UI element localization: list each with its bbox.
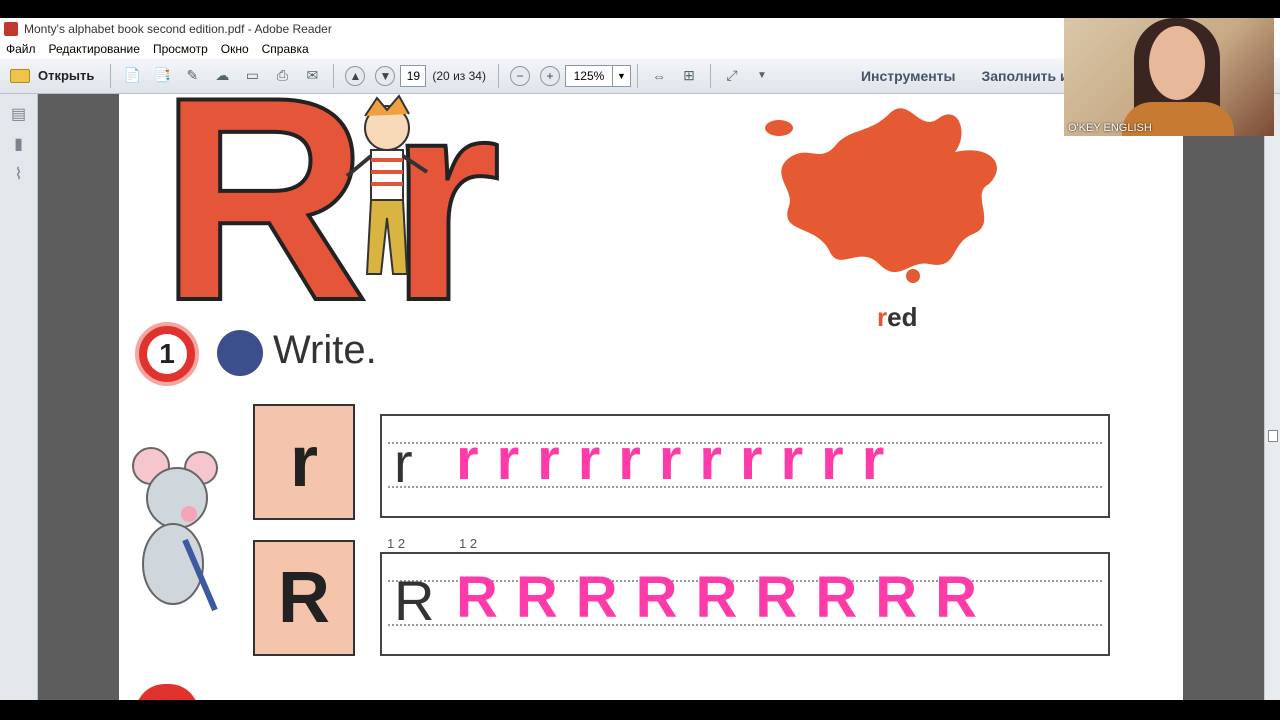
upload-icon[interactable]: ☁ [211, 65, 233, 87]
handwriting-uppercase: RRRRRRRRR [456, 565, 995, 630]
tools-link[interactable]: Инструменты [861, 68, 956, 84]
zoom-value: 125% [573, 68, 605, 83]
stroke-order-numbers: 1 2 [387, 536, 406, 551]
page-number-input[interactable]: 19 [400, 64, 427, 87]
bottom-black-bar [0, 700, 1280, 720]
toolbar-separator [636, 63, 638, 88]
menu-view[interactable]: Просмотр [153, 42, 208, 56]
arrow-up-icon: ▲ [345, 65, 366, 86]
writing-row-lowercase: r rrrrrrrrrrr [380, 414, 1110, 518]
zoom-out-button[interactable]: − [509, 65, 531, 87]
toolbar-separator [333, 63, 335, 88]
handwriting-lowercase: rrrrrrrrrrr [456, 427, 903, 492]
word-red-first-letter: r [877, 302, 888, 332]
vertical-scrollbar[interactable] [1264, 94, 1280, 700]
fit-page-icon[interactable]: ⊞ [678, 65, 700, 87]
prev-page-button[interactable]: ▲ [344, 65, 366, 87]
folder-icon [10, 68, 30, 83]
export-pdf-icon[interactable]: 📑 [151, 65, 173, 87]
webcam-person-face [1149, 26, 1205, 100]
trace-letter-r: r [394, 431, 413, 494]
open-label: Открыть [38, 68, 95, 83]
more-chevron-icon[interactable]: ▼ [751, 65, 773, 87]
create-pdf-icon[interactable]: 📄 [121, 65, 143, 87]
toolbar-separator [497, 63, 499, 88]
pdf-page: Rr red 1 Write. r r rrrrrrrrrrr R 1 2 1 … [119, 94, 1183, 700]
webcam-label: O'KEY ENGLISH [1068, 122, 1152, 134]
exercise-number: 1 [147, 334, 187, 374]
stroke-order-numbers: 1 2 [459, 536, 478, 551]
page-count: (20 из 34) [432, 68, 486, 83]
exercise-number-badge: 1 [135, 322, 199, 386]
navigation-panel: ▤ ▮ ⌇ [0, 94, 38, 700]
document-viewer[interactable]: Rr red 1 Write. r r rrrrrrrrrrr R 1 2 1 … [38, 94, 1264, 700]
top-black-bar [0, 0, 1280, 18]
boy-illustration [345, 94, 429, 275]
save-icon[interactable]: ▭ [241, 65, 263, 87]
pencil-icon [217, 330, 263, 376]
fit-width-icon[interactable]: ⇔ [648, 65, 670, 87]
word-red-rest: ed [887, 302, 918, 332]
menu-help[interactable]: Справка [262, 42, 309, 56]
pdf-icon [4, 22, 18, 36]
zoom-in-icon: + [539, 65, 560, 86]
mouse-illustration [132, 447, 218, 612]
trace-letter-R: R [394, 569, 435, 632]
zoom-in-button[interactable]: + [539, 65, 561, 87]
scroll-thumb[interactable] [1268, 430, 1278, 442]
next-exercise-badge [135, 684, 199, 700]
open-button[interactable]: Открыть [0, 58, 104, 93]
arrow-down-icon: ▼ [375, 65, 396, 86]
chevron-down-icon: ▼ [611, 65, 630, 86]
red-paint-splat [765, 108, 997, 283]
email-icon[interactable]: ✉ [301, 65, 323, 87]
toolbar-separator [709, 63, 711, 88]
word-red: red [877, 302, 917, 333]
exercise-title: Write. [273, 328, 377, 372]
menu-edit[interactable]: Редактирование [49, 42, 140, 56]
next-page-button[interactable]: ▼ [374, 65, 396, 87]
print-icon[interactable]: ⎙ [271, 65, 293, 87]
paperclip-icon[interactable]: ⌇ [10, 164, 28, 184]
edit-icon[interactable]: ✎ [181, 65, 203, 87]
fill-sign-link[interactable]: Заполнить и [982, 68, 1069, 84]
zoom-out-icon: − [509, 65, 530, 86]
window-title: Monty's alphabet book second edition.pdf… [24, 22, 332, 36]
fullscreen-icon[interactable]: ⤢ [721, 65, 743, 87]
writing-row-uppercase: R RRRRRRRRR [380, 552, 1110, 656]
letter-box-uppercase-r: R [253, 540, 355, 656]
menu-file[interactable]: Файл [6, 42, 36, 56]
webcam-overlay: O'KEY ENGLISH [1064, 18, 1274, 136]
zoom-select[interactable]: 125% ▼ [564, 64, 631, 87]
pages-icon[interactable]: ▤ [10, 104, 28, 124]
toolbar-separator [110, 63, 112, 88]
bookmark-icon[interactable]: ▮ [10, 134, 28, 154]
menu-window[interactable]: Окно [221, 42, 249, 56]
letter-box-lowercase-r: r [253, 404, 355, 520]
